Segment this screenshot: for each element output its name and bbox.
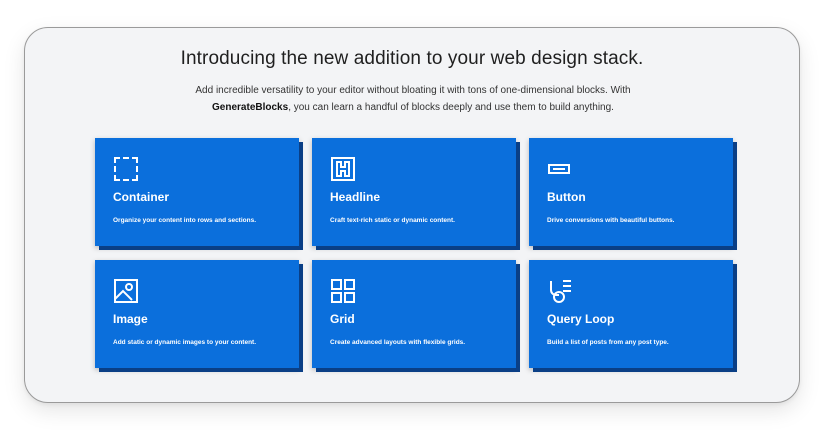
card-description: Create advanced layouts with flexible gr… [330, 339, 466, 346]
query-loop-icon [550, 280, 571, 303]
button-icon [548, 164, 570, 174]
image-icon [114, 279, 138, 303]
card-title: Button [547, 190, 586, 204]
card-description: Drive conversions with beautiful buttons… [547, 217, 675, 224]
intro-line-1: Add incredible versatility to your edito… [195, 85, 631, 96]
card-title: Grid [330, 312, 355, 326]
card-description: Add static or dynamic images to your con… [113, 339, 257, 346]
intro-text: Add incredible versatility to your edito… [115, 82, 711, 116]
card-button[interactable]: Button Drive conversions with beautiful … [529, 138, 733, 246]
card-description: Build a list of posts from any post type… [547, 339, 669, 346]
card-container[interactable]: Container Organize your content into row… [95, 138, 299, 246]
intro-line-2: , you can learn a handful of blocks deep… [288, 102, 614, 113]
card-title: Container [113, 190, 170, 204]
brand-name: GenerateBlocks [212, 102, 289, 113]
feature-panel: Introducing the new addition to your web… [24, 27, 800, 403]
card-title: Query Loop [547, 312, 615, 326]
headline-icon [331, 157, 355, 181]
card-image[interactable]: Image Add static or dynamic images to yo… [95, 260, 299, 368]
card-headline[interactable]: Headline Craft text-rich static or dynam… [312, 138, 516, 246]
card-title: Headline [330, 190, 381, 204]
card-grid[interactable]: Grid Create advanced layouts with flexib… [312, 260, 516, 368]
page-title: Introducing the new addition to your web… [180, 48, 644, 69]
card-description: Craft text-rich static or dynamic conten… [330, 217, 455, 224]
card-title: Image [113, 312, 148, 326]
card-description: Organize your content into rows and sect… [113, 217, 257, 224]
container-icon [114, 157, 138, 181]
card-query-loop[interactable]: Query Loop Build a list of posts from an… [529, 260, 733, 368]
grid-icon [331, 279, 355, 303]
